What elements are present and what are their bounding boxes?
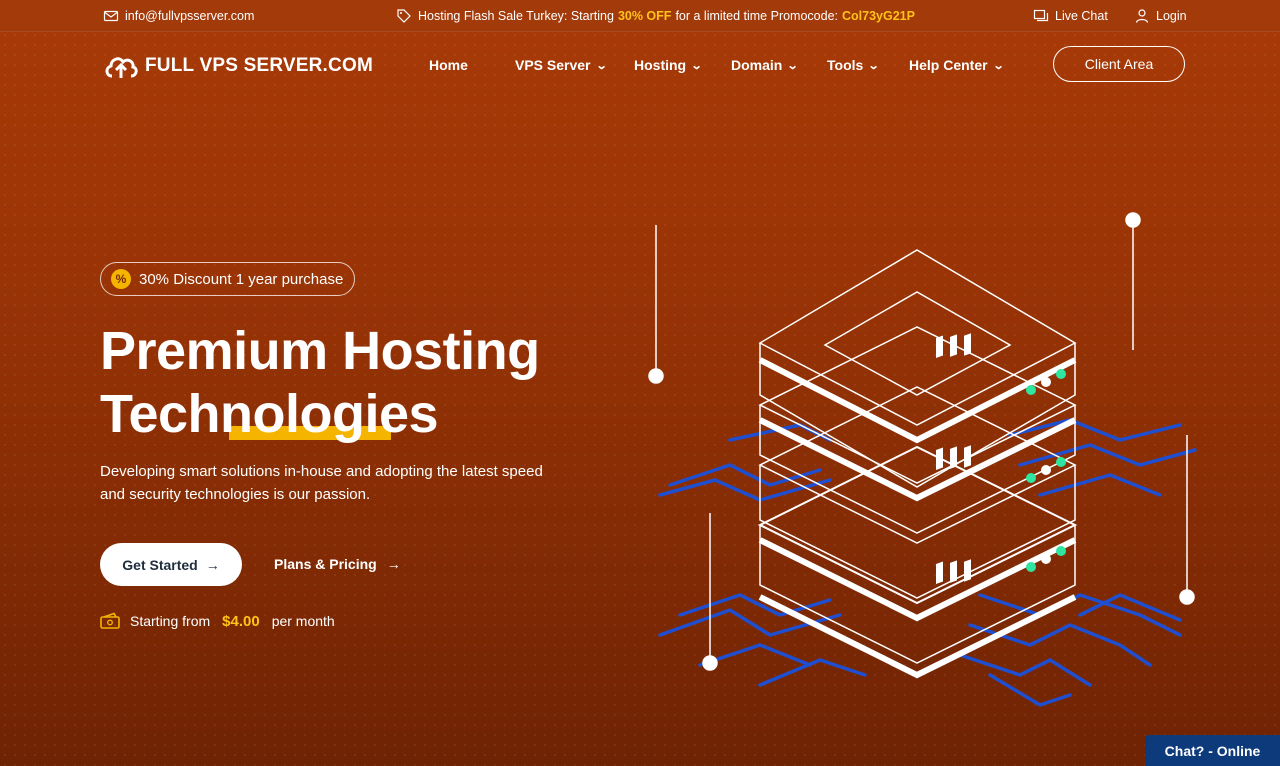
promo-code: Col73yG21P [842, 9, 915, 23]
nav-help-center-label: Help Center [909, 57, 988, 73]
chevron-down-icon: ⌄ [992, 59, 1005, 72]
nav-help-center[interactable]: Help Center ⌄ [909, 57, 1005, 73]
hero-title-line2: Technologies [100, 384, 439, 444]
plans-pricing-link[interactable]: Plans & Pricing → [274, 556, 401, 572]
price-value: $4.00 [222, 612, 260, 630]
nav-vps-server-label: VPS Server [515, 57, 591, 73]
get-started-label: Get Started [122, 556, 198, 573]
server-stack-illustration [648, 212, 1197, 707]
nav-home-label: Home [429, 57, 468, 73]
logo-text: FULL VPS SERVER.COM [145, 55, 373, 76]
live-chat-link[interactable]: Live Chat [1033, 8, 1108, 24]
discount-badge-text: 30% Discount 1 year purchase [139, 270, 344, 288]
chat-online-widget[interactable]: Chat? - Online [1145, 735, 1280, 766]
nav-hosting-label: Hosting [634, 57, 687, 73]
chat-icon [1033, 9, 1049, 22]
client-area-label: Client Area [1084, 56, 1154, 72]
nav-home[interactable]: Home [429, 57, 468, 73]
nav-domain[interactable]: Domain ⌄ [731, 57, 799, 73]
client-area-button[interactable]: Client Area [1053, 46, 1185, 82]
login-link[interactable]: Login [1134, 8, 1187, 24]
user-icon [1135, 9, 1149, 23]
email-link[interactable]: info@fullvpsserver.com [103, 8, 254, 24]
discount-badge: % 30% Discount 1 year purchase [100, 262, 356, 296]
arrow-right-icon: → [386, 556, 401, 572]
nav-tools-label: Tools [827, 57, 864, 73]
chevron-down-icon: ⌄ [786, 59, 799, 72]
main-nav: FULL VPS SERVER.COM Home VPS Server ⌄ Ho… [0, 32, 1280, 100]
plans-pricing-label: Plans & Pricing [274, 556, 377, 572]
hero-description: Developing smart solutions in-house and … [100, 463, 543, 503]
nav-domain-label: Domain [731, 57, 783, 73]
starting-from-label: Starting from [130, 613, 211, 629]
top-bar: info@fullvpsserver.com Hosting Flash Sal… [0, 0, 1280, 32]
money-icon [100, 612, 120, 629]
promo-prefix: Hosting Flash Sale Turkey: Starting [418, 9, 614, 23]
promo-banner: Hosting Flash Sale Turkey: Starting 30% … [396, 8, 915, 24]
tag-icon [397, 9, 411, 23]
chevron-down-icon: ⌄ [690, 59, 703, 72]
starting-price: Starting from $4.00 per month [100, 612, 335, 630]
chat-online-label: Chat? - Online [1164, 742, 1261, 759]
chevron-down-icon: ⌄ [595, 59, 608, 72]
hero-title-line1: Premium Hosting [100, 321, 540, 381]
nav-vps-server[interactable]: VPS Server ⌄ [515, 57, 608, 73]
mail-icon [103, 10, 119, 22]
login-label: Login [1156, 9, 1187, 23]
site-logo[interactable]: FULL VPS SERVER.COM [103, 52, 373, 80]
email-text: info@fullvpsserver.com [125, 9, 255, 23]
nav-hosting[interactable]: Hosting ⌄ [634, 57, 703, 73]
cloud-upload-icon [105, 57, 138, 78]
arrow-right-icon: → [205, 556, 220, 573]
nav-tools[interactable]: Tools ⌄ [827, 57, 880, 73]
chevron-down-icon: ⌄ [867, 59, 880, 72]
live-chat-label: Live Chat [1055, 9, 1108, 23]
per-month-label: per month [271, 613, 335, 629]
promo-middle: for a limited time Promocode: [675, 9, 838, 23]
promo-discount: 30% OFF [617, 9, 672, 23]
percent-coin-icon: % [111, 269, 131, 289]
get-started-button[interactable]: Get Started → [100, 543, 242, 586]
